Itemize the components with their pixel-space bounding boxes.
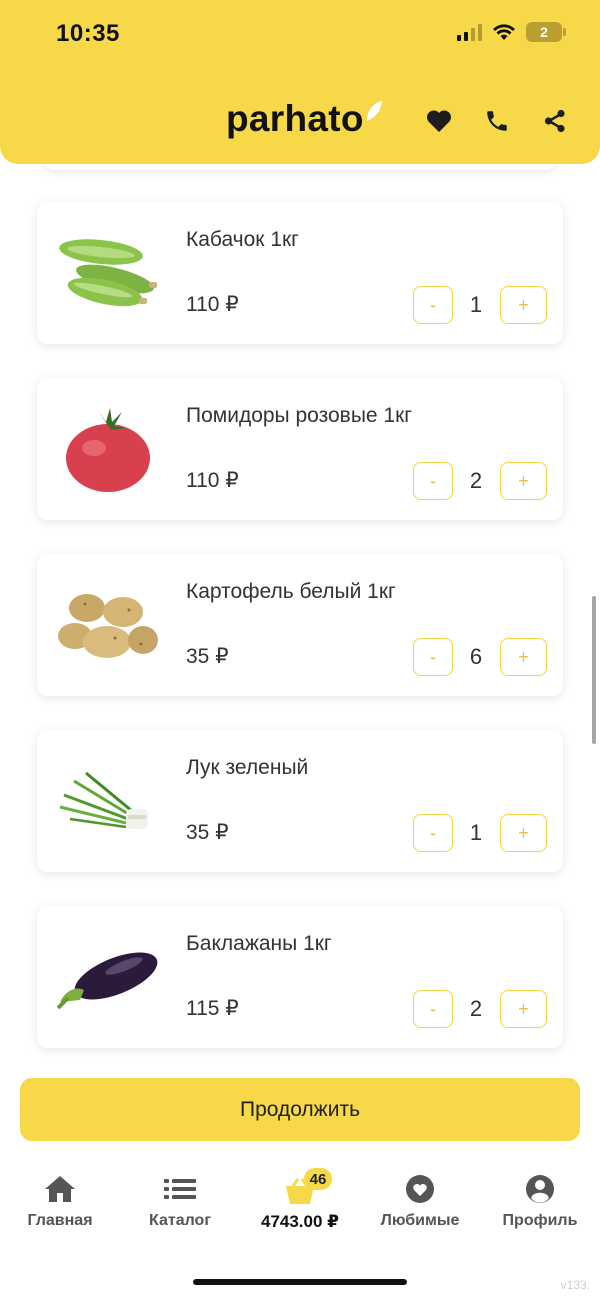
list-icon	[164, 1172, 196, 1206]
product-image	[53, 400, 163, 500]
header-actions	[424, 106, 570, 136]
continue-button[interactable]: Продолжить	[20, 1078, 580, 1141]
app-version: v133.	[560, 1278, 590, 1292]
increase-quantity-button[interactable]: +	[500, 638, 547, 676]
nav-home[interactable]: Главная	[0, 1172, 120, 1230]
nav-home-label: Главная	[27, 1212, 93, 1229]
quantity-value: 6	[469, 644, 483, 669]
product-name: Помидоры розовые 1кг	[186, 404, 412, 427]
product-name: Баклажаны 1кг	[186, 932, 332, 955]
product-price: 110 ₽	[186, 469, 239, 492]
cart-total: 4743.00 ₽	[260, 1212, 339, 1231]
leaf-icon	[367, 101, 382, 121]
product-image	[53, 752, 163, 852]
scrollbar[interactable]	[592, 596, 596, 744]
nav-cart[interactable]: 46 4743.00 ₽	[240, 1168, 360, 1232]
quantity-value: 2	[469, 996, 483, 1021]
bottom-navigation: Главная Каталог 46 4743.00 ₽ Любимые Про…	[0, 1160, 600, 1240]
product-price: 35 ₽	[186, 645, 229, 668]
increase-quantity-button[interactable]: +	[500, 814, 547, 852]
product-image	[53, 576, 163, 676]
share-button[interactable]	[540, 106, 570, 136]
product-image	[53, 224, 163, 324]
quantity-value: 2	[469, 468, 483, 493]
brand-logo: parhato	[226, 98, 364, 139]
product-card: Лук зеленый 35 ₽ - 1 +	[37, 730, 563, 872]
product-card: Баклажаны 1кг 115 ₽ - 2 +	[37, 906, 563, 1048]
tomato-icon	[66, 408, 150, 492]
cart-product-list[interactable]: Кабачок 1кг 110 ₽ - 1 + Помидоры розовые…	[0, 164, 600, 1064]
decrease-quantity-button[interactable]: -	[413, 286, 453, 324]
share-icon	[544, 109, 565, 133]
product-price: 110 ₽	[186, 293, 239, 316]
previous-card-edge	[44, 164, 556, 170]
home-indicator[interactable]	[193, 1279, 407, 1285]
decrease-quantity-button[interactable]: -	[413, 462, 453, 500]
battery-icon: 2	[526, 22, 566, 42]
product-name: Картофель белый 1кг	[186, 580, 396, 603]
zucchini-icon	[59, 239, 157, 307]
quantity-value: 1	[469, 820, 483, 845]
app-screen: 10:35 2 parhato Кабачок 1кг 110 ₽ - 1 + …	[0, 0, 600, 1297]
product-image	[53, 928, 163, 1028]
nav-favorites-label: Любимые	[380, 1212, 460, 1229]
home-icon	[43, 1172, 77, 1206]
basket-icon: 46	[270, 1168, 332, 1206]
increase-quantity-button[interactable]: +	[500, 286, 547, 324]
call-button[interactable]	[482, 106, 512, 136]
nav-catalog[interactable]: Каталог	[120, 1172, 240, 1230]
green-onion-icon	[59, 771, 148, 829]
status-time: 10:35	[56, 20, 120, 47]
increase-quantity-button[interactable]: +	[500, 462, 547, 500]
product-price: 35 ₽	[186, 821, 229, 844]
product-card: Помидоры розовые 1кг 110 ₽ - 2 +	[37, 378, 563, 520]
top-header: 10:35 2 parhato	[0, 0, 600, 164]
product-name: Кабачок 1кг	[186, 228, 299, 251]
product-name: Лук зеленый	[186, 756, 309, 779]
product-card: Картофель белый 1кг 35 ₽ - 6 +	[37, 554, 563, 696]
quantity-value: 1	[469, 292, 483, 317]
wifi-icon	[493, 24, 515, 40]
decrease-quantity-button[interactable]: -	[413, 990, 453, 1028]
product-price: 115 ₽	[186, 997, 239, 1020]
eggplant-icon	[56, 952, 158, 1010]
increase-quantity-button[interactable]: +	[500, 990, 547, 1028]
heart-icon	[426, 110, 452, 132]
decrease-quantity-button[interactable]: -	[413, 638, 453, 676]
favorites-heart-button[interactable]	[424, 106, 454, 136]
nav-catalog-label: Каталог	[149, 1212, 211, 1229]
user-icon	[525, 1172, 555, 1206]
potato-icon	[58, 594, 158, 658]
decrease-quantity-button[interactable]: -	[413, 814, 453, 852]
phone-icon	[487, 111, 507, 131]
favorites-heart-icon	[405, 1172, 435, 1206]
cart-count-badge: 46	[304, 1168, 332, 1190]
status-icons: 2	[457, 22, 566, 42]
product-card: Кабачок 1кг 110 ₽ - 1 +	[37, 202, 563, 344]
cellular-signal-icon	[457, 23, 482, 41]
nav-profile-label: Профиль	[502, 1212, 578, 1229]
nav-favorites[interactable]: Любимые	[360, 1172, 480, 1230]
nav-profile[interactable]: Профиль	[480, 1172, 600, 1230]
